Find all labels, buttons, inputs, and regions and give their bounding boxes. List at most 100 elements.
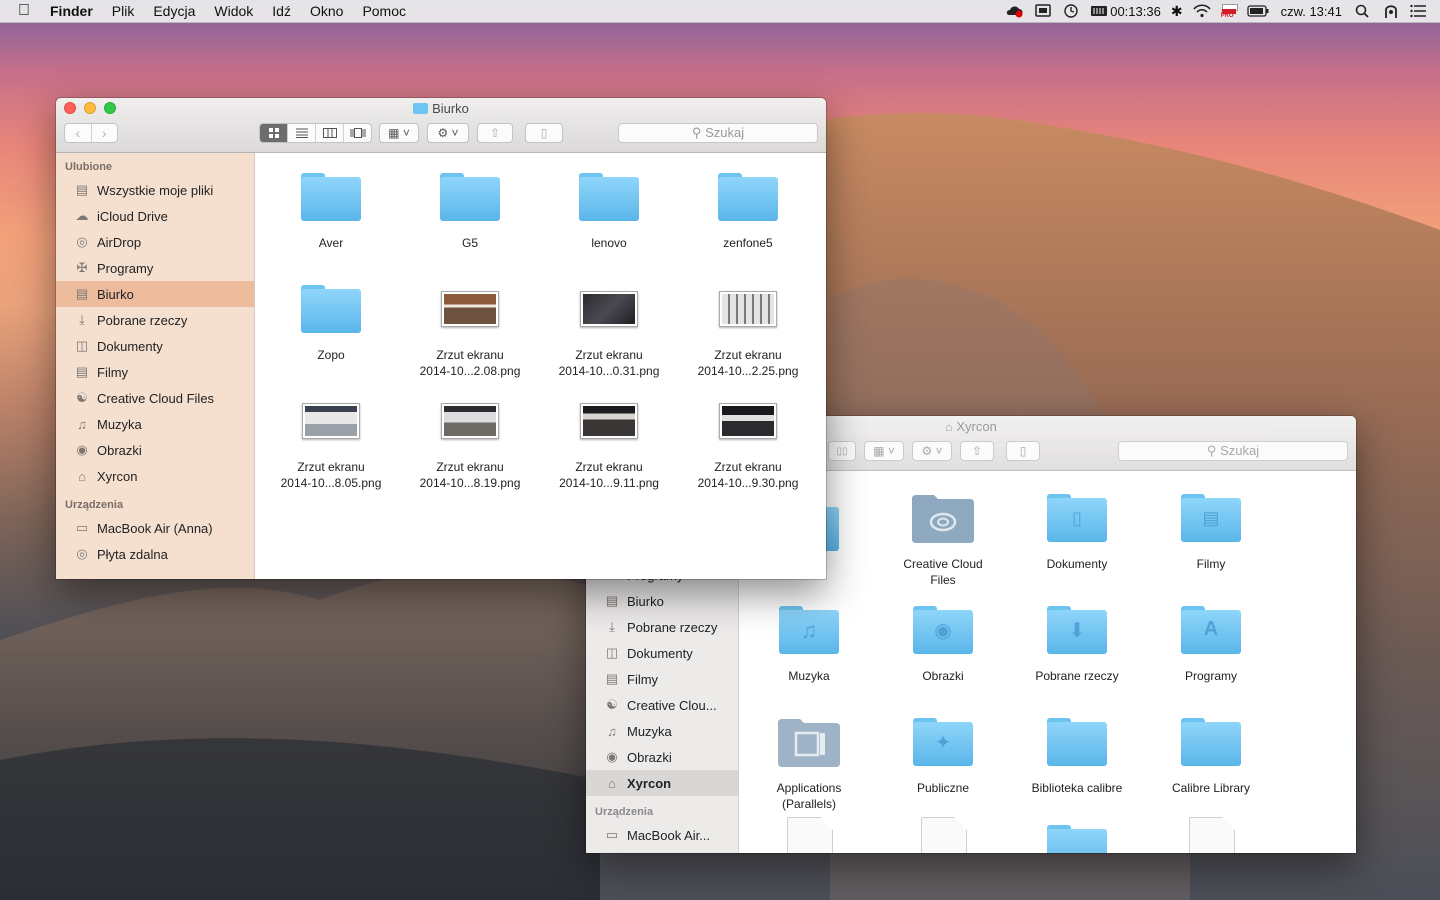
- music-glyph-icon: ♫: [800, 618, 818, 643]
- sidebar-item-muzyka[interactable]: ♫ Muzyka: [56, 411, 254, 437]
- sidebar-item-airdrop[interactable]: ◎ AirDrop: [56, 229, 254, 255]
- creative-cloud-status-icon[interactable]: [1006, 4, 1024, 18]
- share-button[interactable]: ⇧: [477, 123, 513, 143]
- grid-item-screenshot[interactable]: Zrzut ekranu 2014-10...8.05.png: [262, 389, 400, 491]
- sidebar-item-biurko[interactable]: ▤ Biurko: [586, 588, 738, 614]
- clock[interactable]: czw. 13:41: [1281, 4, 1342, 19]
- sidebar-item-icloud[interactable]: ☁ iCloud Drive: [56, 203, 254, 229]
- menu-widok[interactable]: Widok: [214, 0, 253, 22]
- menu-pomoc[interactable]: Pomoc: [362, 0, 406, 22]
- creative-cloud-icon: ☯: [606, 697, 618, 712]
- grid-item-pobrane[interactable]: ⬇ Pobrane rzeczy: [1008, 598, 1146, 684]
- grid-item-screenshot[interactable]: Zrzut ekranu 2014-10...2.25.png: [679, 277, 817, 379]
- sidebar-item-label: Creative Clou...: [627, 697, 717, 713]
- item-label: Creative Cloud: [903, 557, 983, 571]
- sidebar-item-dokumenty[interactable]: ◫ Dokumenty: [586, 640, 738, 666]
- action-gear-button[interactable]: ⚙ ˅: [912, 441, 952, 461]
- search-field[interactable]: ⚲ Szukaj: [1118, 441, 1348, 461]
- grid-item-creative-cloud[interactable]: Creative Cloud Files: [874, 486, 1012, 588]
- grid-item-programy[interactable]: A Programy: [1142, 598, 1280, 684]
- sidebar-item-filmy[interactable]: ▤ Filmy: [586, 666, 738, 692]
- grid-item-partial-doc[interactable]: [921, 817, 967, 853]
- grid-item-obrazki[interactable]: ◉ Obrazki: [874, 598, 1012, 684]
- battery-icon[interactable]: [1246, 4, 1269, 18]
- sidebar-item-xyrcon[interactable]: ⌂ Xyrcon: [56, 463, 254, 489]
- sidebar-item-creative-cloud[interactable]: ☯ Creative Clou...: [586, 692, 738, 718]
- grid-item-partial-doc[interactable]: [787, 817, 833, 853]
- sidebar-item-xyrcon[interactable]: ⌂ Xyrcon: [586, 770, 738, 796]
- grid-item-zenfone5[interactable]: zenfone5: [679, 165, 817, 251]
- sidebar-item-biurko[interactable]: ▤ Biurko: [56, 281, 254, 307]
- share-button[interactable]: ⇧: [960, 441, 994, 461]
- sidebar-section-devices: Urządzenia: [595, 806, 654, 818]
- laptop-icon: ▭: [75, 520, 89, 535]
- sidebar-item-pobrane[interactable]: ⤓ Pobrane rzeczy: [56, 307, 254, 333]
- grid-item-zopo[interactable]: Zopo: [262, 277, 400, 363]
- grid-item-aver[interactable]: Aver: [262, 165, 400, 251]
- sidebar-item-macbook[interactable]: ▭ MacBook Air (Anna): [56, 515, 254, 541]
- desktop-icon: ▤: [75, 286, 89, 301]
- menu-idz[interactable]: Idź: [272, 0, 291, 22]
- item-label: lenovo: [591, 236, 627, 250]
- grid-item-muzyka[interactable]: ♫ Muzyka: [740, 598, 878, 684]
- sidebar-item-dokumenty[interactable]: ◫ Dokumenty: [56, 333, 254, 359]
- sidebar-item-label: Filmy: [97, 364, 129, 380]
- grid-item-lenovo[interactable]: lenovo: [540, 165, 678, 251]
- grid-item-screenshot[interactable]: Zrzut ekranu 2014-10...8.19.png: [401, 389, 539, 491]
- action-gear-button[interactable]: ⚙ ˅: [427, 123, 469, 143]
- screen-icon[interactable]: [1034, 4, 1052, 18]
- menu-edycja[interactable]: Edycja: [153, 0, 195, 22]
- search-field[interactable]: ⚲ Szukaj: [618, 123, 818, 143]
- column-view-button[interactable]: [316, 124, 344, 142]
- wifi-icon[interactable]: [1192, 4, 1211, 18]
- grid-item-screenshot[interactable]: Zrzut ekranu 2014-10...2.08.png: [401, 277, 539, 379]
- coverflow-view-button[interactable]: [344, 124, 371, 142]
- apple-menu-icon[interactable]: : [18, 0, 36, 22]
- folder-icon: ◉: [913, 606, 973, 654]
- arrange-button[interactable]: ▦ ˅: [864, 441, 904, 461]
- time-machine-icon[interactable]: [1062, 4, 1080, 18]
- sidebar-item-macbook[interactable]: ▭ MacBook Air...: [586, 822, 738, 848]
- tags-button[interactable]: ▯: [1006, 441, 1040, 461]
- sidebar-item-remote-disc[interactable]: ◎ Płyta zdalna: [56, 541, 254, 567]
- sidebar-item-filmy[interactable]: ▤ Filmy: [56, 359, 254, 385]
- grid-item-screenshot[interactable]: Zrzut ekranu 2014-10...0.31.png: [540, 277, 678, 379]
- back-button[interactable]: ‹: [65, 124, 92, 142]
- arrange-button[interactable]: ▦ ˅: [379, 123, 419, 143]
- grid-item-applications-parallels[interactable]: Applications (Parallels): [740, 710, 878, 812]
- item-label: Zrzut ekranu: [436, 348, 504, 362]
- folder-icon: ✦: [913, 718, 973, 766]
- spotlight-icon[interactable]: [1354, 4, 1372, 18]
- tags-button[interactable]: ▯: [525, 123, 563, 143]
- sidebar-item-obrazki[interactable]: ◉ Obrazki: [586, 744, 738, 770]
- sidebar-item-programy[interactable]: ✠ Programy: [56, 255, 254, 281]
- menu-finder[interactable]: Finder: [50, 0, 93, 22]
- sidebar-item-muzyka[interactable]: ♫ Muzyka: [586, 718, 738, 744]
- sidebar-item-obrazki[interactable]: ◉ Obrazki: [56, 437, 254, 463]
- grid-item-g5[interactable]: G5: [401, 165, 539, 251]
- user-icon[interactable]: [1382, 4, 1400, 18]
- icon-view-button[interactable]: [260, 124, 288, 142]
- grid-item-filmy[interactable]: ▤ Filmy: [1142, 486, 1280, 572]
- list-view-button[interactable]: [288, 124, 316, 142]
- forward-button[interactable]: ›: [92, 124, 118, 142]
- sidebar-item-pobrane[interactable]: ⤓ Pobrane rzeczy: [586, 614, 738, 640]
- bluetooth-icon[interactable]: ✱: [1171, 3, 1183, 20]
- timer-widget[interactable]: 00:13:36: [1090, 4, 1161, 19]
- grid-item-publiczne[interactable]: ✦ Publiczne: [874, 710, 1012, 796]
- grid-item-dokumenty[interactable]: ▯ Dokumenty: [1008, 486, 1146, 572]
- flag-icon[interactable]: PRO: [1221, 3, 1238, 19]
- grid-item-screenshot[interactable]: Zrzut ekranu 2014-10...9.30.png: [679, 389, 817, 491]
- menu-plik[interactable]: Plik: [112, 0, 135, 22]
- grid-item-calibre-library[interactable]: Calibre Library: [1142, 710, 1280, 796]
- sidebar-item-creative-cloud[interactable]: ☯ Creative Cloud Files: [56, 385, 254, 411]
- grid-item-screenshot[interactable]: Zrzut ekranu 2014-10...9.11.png: [540, 389, 678, 491]
- sidebar-item-all-files[interactable]: ▤ Wszystkie moje pliki: [56, 177, 254, 203]
- grid-item-partial-doc[interactable]: [1189, 817, 1235, 853]
- notification-center-icon[interactable]: [1410, 4, 1428, 18]
- menu-okno[interactable]: Okno: [310, 0, 343, 22]
- grid-item-partial-folder[interactable]: [1047, 825, 1107, 853]
- grid-item-biblioteka-calibre[interactable]: Biblioteka calibre: [1008, 710, 1146, 796]
- coverflow-view-button[interactable]: ▯▯: [828, 441, 856, 461]
- columns-icon: [322, 128, 337, 138]
